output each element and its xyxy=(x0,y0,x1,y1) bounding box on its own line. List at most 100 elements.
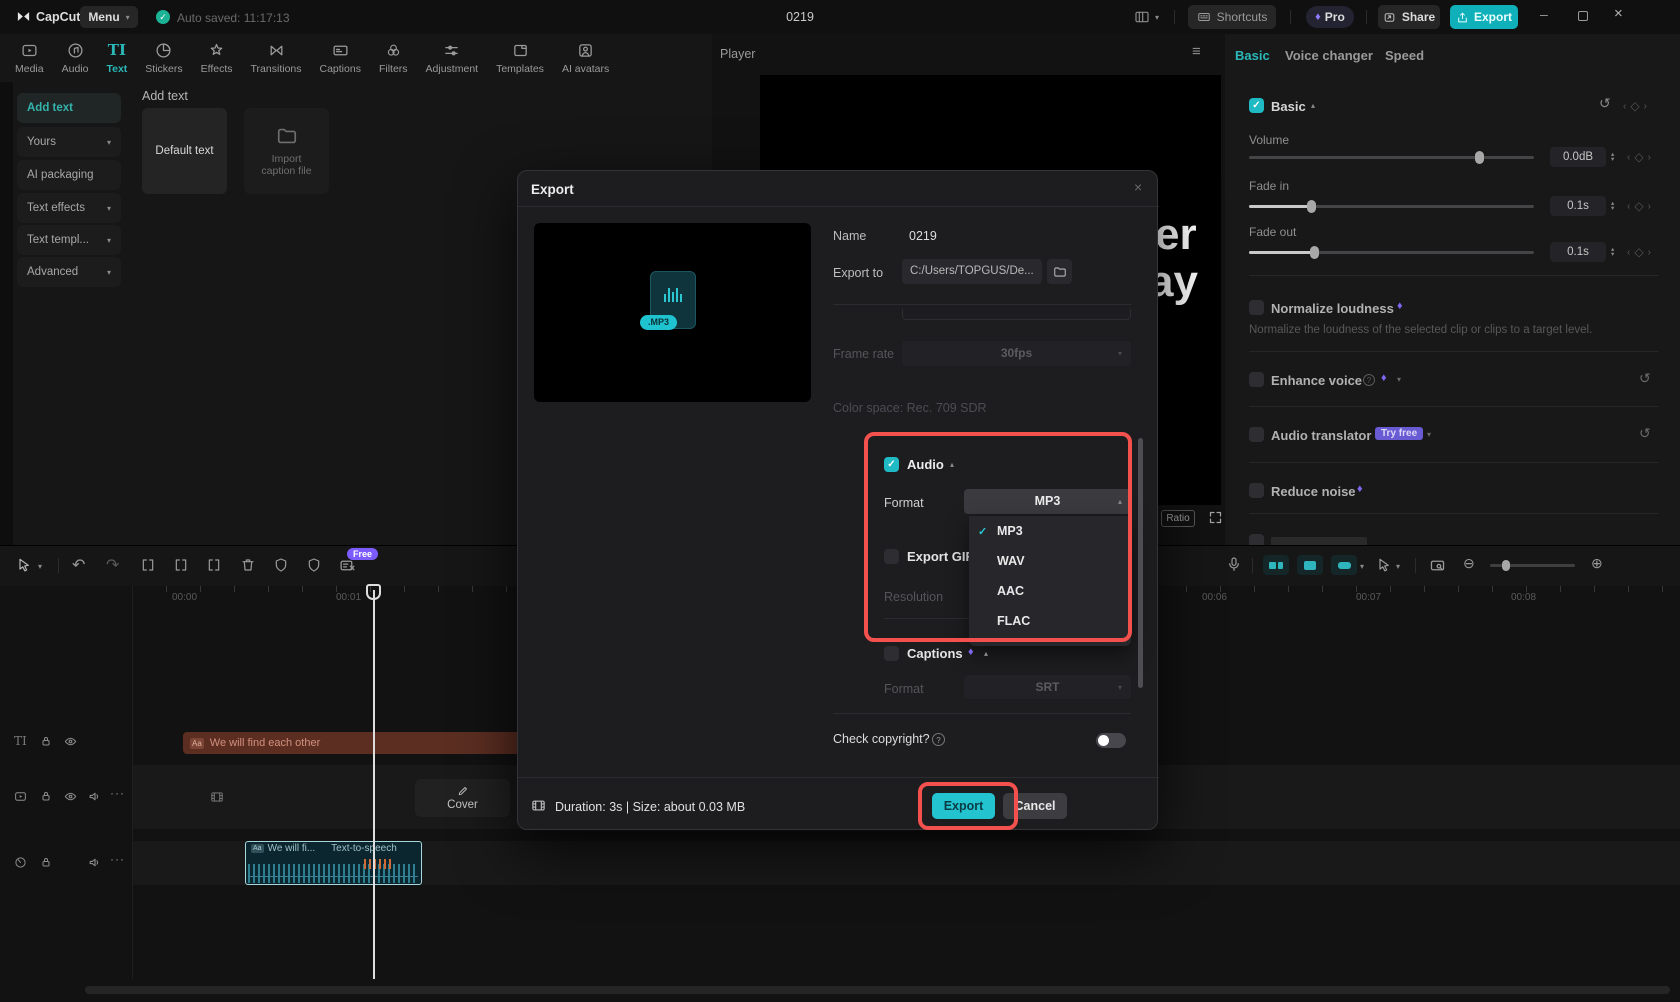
sidebar-item-text-templates[interactable]: Text templ...▾ xyxy=(17,225,121,255)
reset-icon[interactable]: ↺ xyxy=(1639,425,1651,442)
slider-thumb[interactable] xyxy=(1307,200,1316,213)
chevron-down-icon[interactable]: ▾ xyxy=(1427,430,1431,439)
shield-ai-icon[interactable] xyxy=(273,557,289,573)
reduce-noise-checkbox[interactable] xyxy=(1249,483,1264,498)
captions-checkbox[interactable] xyxy=(884,646,899,661)
close-button[interactable]: × xyxy=(1614,5,1623,22)
redo-icon[interactable]: ↷ xyxy=(106,555,119,575)
timeline-scrollbar[interactable] xyxy=(85,986,1670,994)
pro-badge[interactable]: ♦ Pro xyxy=(1306,6,1354,28)
fadeout-value[interactable]: 0.1s xyxy=(1550,242,1606,262)
tab-text[interactable]: TIText xyxy=(97,42,136,75)
audio-clip[interactable]: Aa We will fi... Text-to-speech xyxy=(245,841,422,885)
lock-icon[interactable] xyxy=(40,856,52,868)
mute-icon[interactable] xyxy=(88,856,101,869)
tab-captions[interactable]: Captions xyxy=(311,42,370,75)
chevron-down-icon[interactable]: ▾ xyxy=(1396,562,1400,571)
tab-adjustment[interactable]: Adjustment xyxy=(417,42,488,75)
tab-filters[interactable]: Filters xyxy=(370,42,417,75)
tab-ai-avatars[interactable]: AI avatars xyxy=(553,42,618,75)
framerate-dropdown[interactable]: 30fps ▾ xyxy=(902,341,1131,366)
undo-icon[interactable]: ↶ xyxy=(72,555,85,575)
layout-chevron-icon[interactable]: ▾ xyxy=(1155,13,1159,22)
chevron-down-icon[interactable]: ▾ xyxy=(1397,375,1401,384)
tab-audio[interactable]: Audio xyxy=(53,42,98,75)
tab-templates[interactable]: Templates xyxy=(487,42,553,75)
shortcuts-button[interactable]: Shortcuts xyxy=(1188,5,1276,29)
collapse-icon[interactable]: ▴ xyxy=(1311,101,1315,110)
delete-icon[interactable] xyxy=(240,557,256,573)
cover-button[interactable]: Cover xyxy=(415,779,510,817)
eye-icon[interactable] xyxy=(64,735,77,748)
keyframe-controls[interactable]: ‹◇› xyxy=(1627,199,1651,213)
menu-button[interactable]: Menu▾ xyxy=(80,6,138,28)
name-value[interactable]: 0219 xyxy=(909,229,937,243)
sidebar-item-text-effects[interactable]: Text effects▾ xyxy=(17,193,121,223)
browse-folder-button[interactable] xyxy=(1047,259,1072,284)
fadein-stepper[interactable]: ▴▾ xyxy=(1611,196,1614,216)
split-icon[interactable] xyxy=(140,557,156,573)
dialog-scrollbar[interactable] xyxy=(1138,438,1143,688)
audio-translator-checkbox[interactable] xyxy=(1249,427,1264,442)
sidebar-item-yours[interactable]: Yours▾ xyxy=(17,127,121,157)
share-button[interactable]: Share xyxy=(1378,5,1440,29)
sidebar-item-ai-packaging[interactable]: AI packaging xyxy=(17,160,121,190)
zoom-in-icon[interactable]: ⊕ xyxy=(1591,555,1603,572)
collapse-icon[interactable]: ▴ xyxy=(984,649,988,658)
normalize-checkbox[interactable] xyxy=(1249,300,1264,315)
fadein-value[interactable]: 0.1s xyxy=(1550,196,1606,216)
more-options-icon[interactable]: ··· xyxy=(110,852,125,866)
player-menu-icon[interactable]: ≡ xyxy=(1192,43,1201,60)
dialog-close-icon[interactable]: × xyxy=(1134,179,1142,195)
sidebar-item-advanced[interactable]: Advanced▾ xyxy=(17,257,121,287)
fullscreen-icon[interactable] xyxy=(1208,510,1223,525)
chevron-down-icon[interactable]: ▾ xyxy=(38,562,42,571)
tab-effects[interactable]: Effects xyxy=(192,42,242,75)
default-text-card[interactable]: Default text xyxy=(142,108,227,194)
exportto-field[interactable]: C:/Users/TOPGUS/De... xyxy=(902,259,1042,284)
tab-voice-changer[interactable]: Voice changer xyxy=(1285,48,1373,63)
layout-icon[interactable] xyxy=(1134,9,1150,25)
keyframe-controls[interactable]: ‹◇› xyxy=(1623,99,1647,113)
copyright-toggle[interactable] xyxy=(1096,733,1126,748)
more-options-icon[interactable]: ··· xyxy=(110,786,125,800)
enhance-voice-checkbox[interactable] xyxy=(1249,372,1264,387)
shield-icon[interactable] xyxy=(306,557,322,573)
export-button-top[interactable]: Export xyxy=(1450,5,1518,29)
lock-icon[interactable] xyxy=(40,735,52,747)
chevron-down-icon[interactable]: ▾ xyxy=(1360,562,1364,571)
minimize-button[interactable]: – xyxy=(1540,6,1548,22)
help-icon[interactable]: ? xyxy=(932,733,945,746)
keyframe-controls[interactable]: ‹◇› xyxy=(1627,245,1651,259)
mute-icon[interactable] xyxy=(88,790,101,803)
tab-speed[interactable]: Speed xyxy=(1385,48,1424,63)
keyframe-controls[interactable]: ‹◇› xyxy=(1627,150,1651,164)
ratio-button[interactable]: Ratio xyxy=(1161,510,1195,527)
basic-checkbox[interactable]: ✓ xyxy=(1249,98,1264,113)
fadein-slider[interactable] xyxy=(1249,205,1534,208)
eye-icon[interactable] xyxy=(64,790,77,803)
playhead-line[interactable] xyxy=(373,590,375,979)
tab-transitions[interactable]: Transitions xyxy=(242,42,311,75)
sidebar-item-add-text[interactable]: Add text xyxy=(17,93,121,123)
link-toggle-icon[interactable] xyxy=(1331,555,1357,575)
split-right-icon[interactable] xyxy=(206,557,222,573)
reset-icon[interactable]: ↺ xyxy=(1599,95,1611,112)
volume-value[interactable]: 0.0dB xyxy=(1550,147,1606,167)
playhead-handle[interactable] xyxy=(366,584,381,600)
volume-slider[interactable] xyxy=(1249,156,1534,159)
cutoff-section-checkbox[interactable] xyxy=(1249,534,1264,545)
record-mic-icon[interactable] xyxy=(1226,556,1242,572)
tab-stickers[interactable]: Stickers xyxy=(136,42,191,75)
timeline-zoom-slider[interactable] xyxy=(1490,564,1575,567)
slider-thumb[interactable] xyxy=(1310,246,1319,259)
snap-toggle-icon[interactable] xyxy=(1263,555,1289,575)
maximize-button[interactable] xyxy=(1578,11,1588,21)
auto-cut-icon[interactable] xyxy=(1297,555,1323,575)
import-caption-card[interactable]: Import caption file xyxy=(244,108,329,194)
fadeout-slider[interactable] xyxy=(1249,251,1534,254)
tab-media[interactable]: Media xyxy=(6,42,53,75)
volume-stepper[interactable]: ▴▾ xyxy=(1611,147,1614,167)
slider-thumb[interactable] xyxy=(1475,151,1484,164)
zoom-out-icon[interactable]: ⊖ xyxy=(1463,555,1475,572)
